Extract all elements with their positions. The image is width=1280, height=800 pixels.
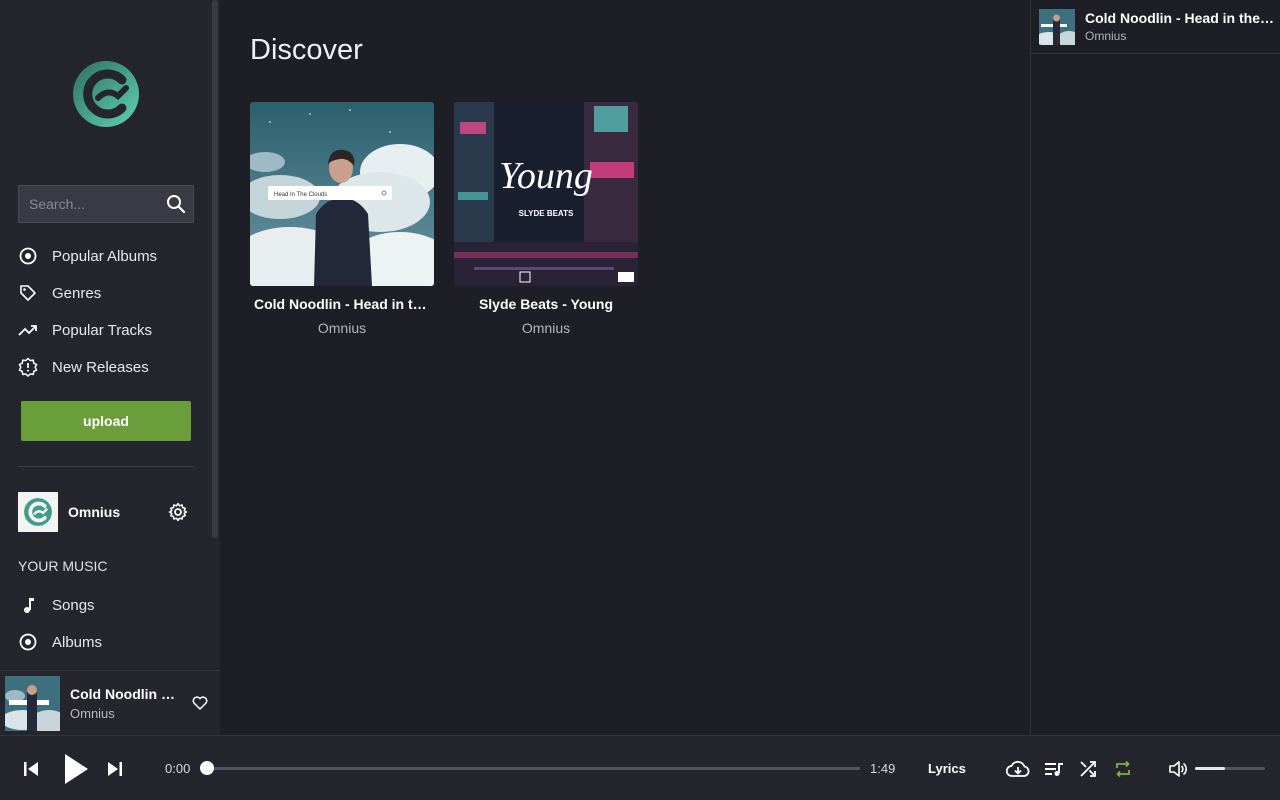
search-input[interactable]: [19, 186, 159, 222]
search-icon[interactable]: [159, 186, 193, 222]
music-note-icon: [18, 595, 38, 615]
queue-item-artist: Omnius: [1085, 29, 1127, 43]
nav-albums[interactable]: Albums: [18, 628, 208, 656]
now-playing-artist[interactable]: Omnius: [70, 706, 178, 721]
now-playing-cover[interactable]: [5, 675, 60, 731]
album-title[interactable]: Slyde Beats - Young: [454, 296, 638, 312]
album-cover-text: Head In The Clouds: [274, 192, 327, 198]
page-title: Discover: [250, 34, 363, 66]
queue-item-info: Cold Noodlin - Head in the Clouds Omnius: [1085, 10, 1275, 43]
nav-label: New Releases: [52, 358, 149, 376]
album-title[interactable]: Cold Noodlin - Head in the Clouds: [250, 296, 434, 312]
nav-new-releases[interactable]: New Releases: [18, 353, 208, 381]
volume-icon[interactable]: [1165, 756, 1191, 782]
player-bar: 0:00 1:49 Lyrics: [0, 735, 1280, 800]
upload-button[interactable]: upload: [21, 401, 191, 441]
play-icon[interactable]: [58, 750, 94, 788]
search-box: [18, 185, 194, 223]
trending-icon: [18, 320, 38, 340]
main-content: Discover Head In The Clouds Cold Noodlin…: [220, 0, 1030, 735]
album-cover[interactable]: Young SLYDE BEATS: [454, 102, 638, 286]
your-music-heading: YOUR MUSIC: [18, 558, 108, 574]
queue-panel: Cold Noodlin - Head in the Clouds Omnius: [1030, 0, 1280, 735]
app-logo[interactable]: [68, 58, 144, 130]
user-profile[interactable]: Omnius: [18, 492, 194, 532]
queue-music-icon[interactable]: [1041, 756, 1067, 782]
nav-songs[interactable]: Songs: [18, 591, 208, 619]
album-cover-text: Young: [499, 155, 593, 197]
queue-item[interactable]: Cold Noodlin - Head in the Clouds Omnius: [1031, 0, 1280, 54]
cloud-download-icon[interactable]: [1005, 756, 1031, 782]
album-icon: [18, 246, 38, 266]
tag-icon: [18, 283, 38, 303]
album-card[interactable]: Head In The Clouds Cold Noodlin - Head i…: [250, 102, 434, 336]
nav-label: Popular Tracks: [52, 321, 153, 339]
nav-label: Popular Albums: [52, 247, 158, 265]
gear-icon[interactable]: [166, 500, 190, 524]
album-card[interactable]: Young SLYDE BEATS Slyde Beats - Young Om…: [454, 102, 638, 336]
progress-handle[interactable]: [200, 761, 214, 775]
nav-label: Albums: [52, 633, 103, 651]
new-releases-icon: [18, 357, 38, 377]
now-playing-mini: Cold Noodlin - Head in the Clouds Omnius: [0, 670, 220, 735]
album-artist[interactable]: Omnius: [250, 320, 434, 336]
album-icon: [18, 632, 38, 652]
nav-label: Songs: [52, 596, 95, 614]
progress-bar[interactable]: [207, 767, 860, 770]
shuffle-icon[interactable]: [1075, 756, 1101, 782]
nav-label: Genres: [52, 284, 102, 302]
nav-genres[interactable]: Genres: [18, 279, 208, 307]
album-artist[interactable]: Omnius: [454, 320, 638, 336]
queue-item-title: Cold Noodlin - Head in the Clouds: [1085, 10, 1275, 26]
duration: 1:49: [870, 761, 896, 776]
now-playing-info: Cold Noodlin - Head in the Clouds Omnius: [70, 686, 178, 721]
current-time: 0:00: [165, 761, 191, 776]
album-cover[interactable]: Head In The Clouds: [250, 102, 434, 286]
sidebar: Popular Albums Genres Popular Tracks New…: [0, 0, 220, 735]
sidebar-scrollbar[interactable]: [212, 0, 218, 538]
nav-popular-albums[interactable]: Popular Albums: [18, 242, 208, 270]
repeat-icon[interactable]: [1110, 756, 1136, 782]
skip-previous-icon[interactable]: [18, 756, 44, 782]
album-cover-subtext: SLYDE BEATS: [519, 209, 574, 218]
nav-popular-tracks[interactable]: Popular Tracks: [18, 316, 208, 344]
avatar[interactable]: [18, 492, 58, 532]
heart-icon[interactable]: [188, 691, 212, 715]
lyrics-button[interactable]: Lyrics: [928, 761, 966, 776]
now-playing-title[interactable]: Cold Noodlin - Head in the Clouds: [70, 686, 178, 702]
queue-item-cover[interactable]: [1039, 8, 1075, 45]
volume-level[interactable]: [1195, 767, 1226, 770]
user-name: Omnius: [68, 504, 121, 520]
sidebar-divider: [18, 466, 194, 467]
skip-next-icon[interactable]: [102, 756, 128, 782]
